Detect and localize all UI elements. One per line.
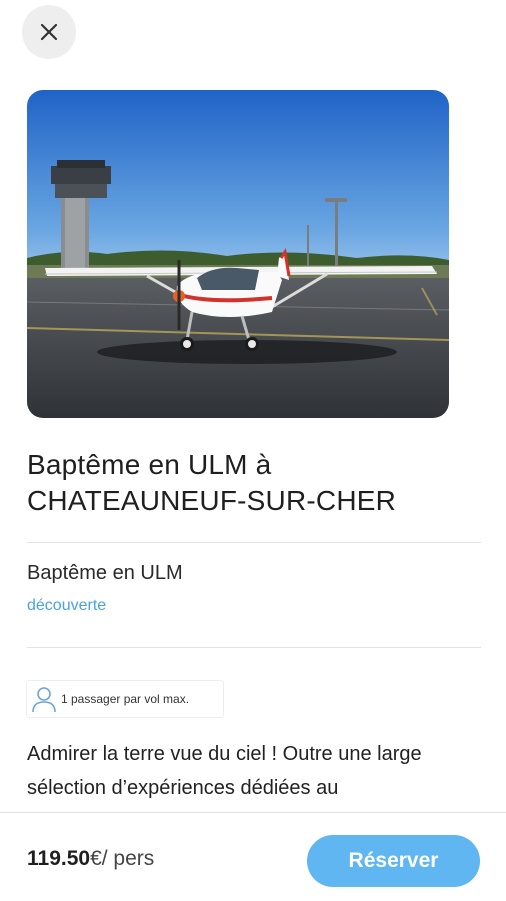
price-unit: €/ pers xyxy=(90,847,155,870)
close-button[interactable] xyxy=(22,5,76,59)
activity-category-link[interactable]: découverte xyxy=(27,597,106,615)
activity-photo xyxy=(27,90,449,418)
divider xyxy=(27,542,481,543)
passenger-badge: 1 passager par vol max. xyxy=(26,680,224,718)
activity-name: Baptême en ULM xyxy=(27,562,183,584)
passenger-limit-text: 1 passager par vol max. xyxy=(61,692,190,706)
divider xyxy=(27,647,481,648)
close-icon xyxy=(40,23,58,41)
reserve-button[interactable]: Réserver xyxy=(307,835,480,887)
page-title: Baptême en ULM à CHATEAUNEUF-SUR-CHER xyxy=(27,449,397,516)
user-icon xyxy=(32,687,56,713)
booking-footer: 119.50€/ pers Réserver xyxy=(0,812,506,901)
price-amount: 119.50 xyxy=(27,847,91,870)
price: 119.50€/ pers xyxy=(27,847,154,871)
activity-description: Admirer la terre vue du ciel ! Outre une… xyxy=(27,743,422,799)
